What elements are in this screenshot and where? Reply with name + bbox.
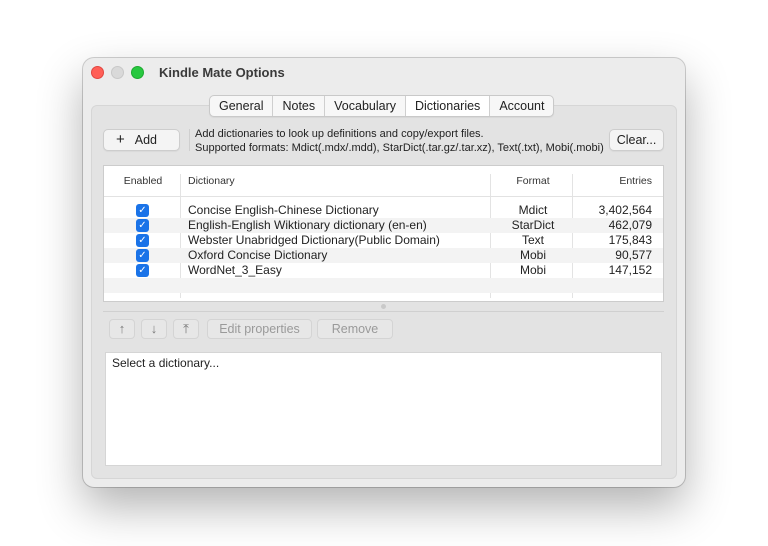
arrow-to-top-icon: ⤒ — [183, 321, 189, 336]
dictionary-entries: 147,152 — [608, 263, 652, 277]
supported-formats-info: Add dictionaries to look up definitions … — [195, 127, 604, 155]
dictionary-name: WordNet_3_Easy — [188, 263, 282, 277]
section-divider — [103, 311, 664, 312]
dictionary-entries: 175,843 — [608, 233, 652, 247]
tab-account[interactable]: Account — [489, 96, 553, 116]
add-dictionary-button[interactable]: + Add — [103, 129, 180, 151]
add-button-label: Add — [134, 133, 158, 147]
enabled-checkbox[interactable]: ✓ — [136, 204, 149, 217]
arrow-down-icon: ↓ — [150, 321, 158, 336]
remove-button[interactable]: Remove — [317, 319, 393, 339]
tab-dictionaries[interactable]: Dictionaries — [405, 96, 490, 116]
tab-vocabulary[interactable]: Vocabulary — [324, 96, 405, 116]
title-bar: Kindle Mate Options — [83, 58, 685, 88]
enabled-checkbox[interactable]: ✓ — [136, 249, 149, 262]
move-to-top-button[interactable]: ⤒ — [173, 319, 199, 339]
enabled-checkbox[interactable]: ✓ — [136, 219, 149, 232]
edit-properties-button[interactable]: Edit properties — [207, 319, 312, 339]
column-header-entries[interactable]: Entries — [574, 166, 652, 196]
column-header-dictionary[interactable]: Dictionary — [188, 166, 235, 196]
tab-bar: General Notes Vocabulary Dictionaries Ac… — [209, 95, 555, 117]
tab-notes[interactable]: Notes — [272, 96, 324, 116]
dictionary-format: Mobi — [519, 263, 546, 277]
info-line-2: Supported formats: Mdict(.mdx/.mdd), Sta… — [195, 142, 604, 154]
options-window: Kindle Mate Options General Notes Vocabu… — [83, 58, 685, 487]
table-row[interactable]: ✓ English-English Wiktionary dictionary … — [104, 218, 663, 233]
move-up-button[interactable]: ↑ — [109, 319, 135, 339]
dictionary-format: Mobi — [519, 248, 546, 262]
table-row[interactable]: ✓ Oxford Concise Dictionary Mobi 90,577 — [104, 248, 663, 263]
close-window-button[interactable] — [91, 66, 104, 79]
dictionary-format: Text — [521, 233, 544, 247]
dictionary-format: Mdict — [518, 203, 548, 217]
detail-placeholder: Select a dictionary... — [112, 356, 220, 370]
dictionary-name: Concise English-Chinese Dictionary — [188, 203, 379, 217]
plus-icon: + — [116, 131, 125, 148]
empty-table-row — [104, 278, 663, 293]
dictionary-name: English-English Wiktionary dictionary (e… — [188, 218, 427, 232]
arrow-up-icon: ↑ — [118, 321, 126, 336]
clear-button[interactable]: Clear... — [609, 129, 664, 151]
zoom-window-button[interactable] — [131, 66, 144, 79]
table-row[interactable]: ✓ Concise English-Chinese Dictionary Mdi… — [104, 203, 663, 218]
dictionary-table: Enabled Dictionary Format Entries ✓ Conc… — [103, 165, 664, 302]
window-title: Kindle Mate Options — [159, 65, 285, 80]
table-row[interactable]: ✓ WordNet_3_Easy Mobi 147,152 — [104, 263, 663, 278]
dictionary-entries: 3,402,564 — [598, 203, 652, 217]
column-header-format[interactable]: Format — [494, 166, 572, 196]
dictionary-entries: 462,079 — [608, 218, 652, 232]
enabled-checkbox[interactable]: ✓ — [136, 264, 149, 277]
table-row[interactable]: ✓ Webster Unabridged Dictionary(Public D… — [104, 233, 663, 248]
info-line-1: Add dictionaries to look up definitions … — [195, 128, 484, 140]
move-down-button[interactable]: ↓ — [141, 319, 167, 339]
toolbar-divider — [189, 129, 190, 151]
column-header-enabled[interactable]: Enabled — [104, 166, 182, 196]
dictionary-entries: 90,577 — [615, 248, 652, 262]
splitter-handle[interactable] — [381, 304, 386, 309]
header-divider — [104, 196, 663, 197]
enabled-checkbox[interactable]: ✓ — [136, 234, 149, 247]
tab-general[interactable]: General — [210, 96, 272, 116]
minimize-window-button[interactable] — [111, 66, 124, 79]
dictionary-detail-area[interactable]: Select a dictionary... — [105, 352, 662, 466]
dictionary-name: Oxford Concise Dictionary — [188, 248, 328, 262]
dictionary-name: Webster Unabridged Dictionary(Public Dom… — [188, 233, 440, 247]
dictionary-format: StarDict — [511, 218, 555, 232]
